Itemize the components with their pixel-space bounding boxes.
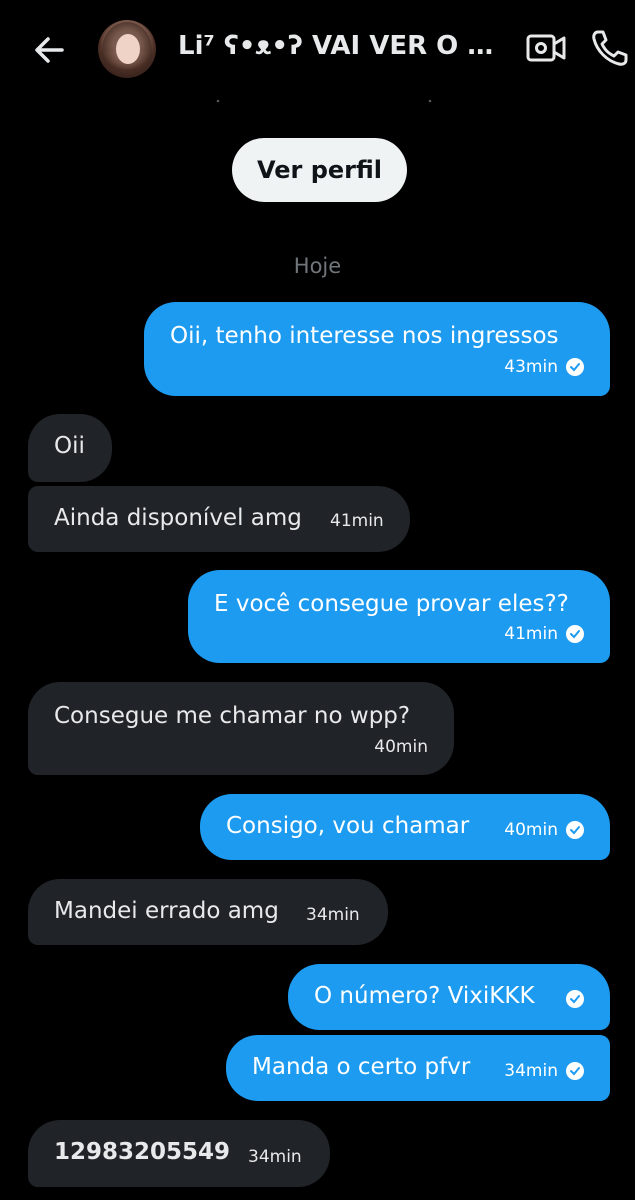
message-text: Consegue me chamar no wpp?: [54, 703, 411, 729]
message-time: 41min: [330, 511, 384, 531]
message-bubble-incoming[interactable]: 12983205549 34min: [28, 1120, 330, 1187]
message-time: 34min: [306, 905, 360, 925]
message-bubble-outgoing[interactable]: Consigo, vou chamar 40min: [200, 794, 610, 860]
message-meta: 34min: [248, 1147, 302, 1167]
message-bubble-incoming[interactable]: Oii: [28, 414, 112, 482]
back-button[interactable]: [28, 28, 72, 72]
read-receipt-icon: [566, 358, 584, 377]
message-bubble-incoming[interactable]: Consegue me chamar no wpp? 40min: [28, 682, 454, 775]
read-receipt-icon: [566, 821, 584, 840]
conversation-header: Li⁷ ʕ•ᴥ•ʔ VAI VER O …: [0, 0, 635, 103]
message-time: 34min: [248, 1147, 302, 1167]
dm-conversation-screen: Li⁷ ʕ•ᴥ•ʔ VAI VER O … Ver perfil Hoje Oi…: [0, 0, 635, 1200]
message-meta: 41min: [504, 624, 584, 644]
message-meta: 43min: [504, 357, 584, 377]
message-meta: 40min: [374, 737, 428, 757]
avatar[interactable]: [98, 20, 156, 78]
video-camera-icon: [526, 34, 566, 62]
message-text: E você consegue provar eles??: [214, 591, 569, 617]
message-time: 41min: [504, 624, 558, 644]
message-meta: 41min: [330, 511, 384, 531]
message-bubble-incoming[interactable]: Ainda disponível amg 41min: [28, 486, 410, 552]
read-receipt-icon: [566, 625, 584, 644]
message-time: 43min: [504, 357, 558, 377]
video-call-button[interactable]: [526, 30, 566, 66]
message-text: Ainda disponível amg: [54, 505, 302, 531]
message-text: Consigo, vou chamar: [226, 813, 470, 839]
phone-icon: [592, 30, 628, 66]
message-bubble-outgoing[interactable]: Manda o certo pfvr 34min: [226, 1035, 610, 1101]
message-time: 40min: [504, 820, 558, 840]
read-receipt-icon: [566, 1062, 584, 1081]
message-text: O número? VixiKKK: [314, 983, 535, 1009]
message-meta: 40min: [504, 820, 584, 840]
message-bubble-outgoing[interactable]: O número? VixiKKK: [288, 964, 610, 1030]
message-text: Mandei errado amg: [54, 898, 279, 924]
message-text: Oii: [54, 433, 85, 459]
read-receipt-icon: [566, 990, 584, 1008]
view-profile-button[interactable]: Ver perfil: [232, 138, 407, 202]
message-time: 40min: [374, 737, 428, 757]
date-separator: Hoje: [293, 254, 342, 278]
message-text: Oii, tenho interesse nos ingressos: [170, 323, 559, 349]
arrow-left-icon: [35, 37, 64, 63]
voice-call-button[interactable]: [590, 28, 635, 68]
message-bubble-outgoing[interactable]: Oii, tenho interesse nos ingressos 43min: [144, 302, 610, 396]
message-time: 34min: [504, 1061, 558, 1081]
message-bubble-incoming[interactable]: Mandei errado amg 34min: [28, 879, 388, 945]
message-meta: 34min: [504, 1061, 584, 1081]
message-meta: [566, 990, 584, 1008]
contact-name[interactable]: Li⁷ ʕ•ᴥ•ʔ VAI VER O …: [178, 30, 498, 61]
message-meta: 34min: [306, 905, 360, 925]
message-text: Manda o certo pfvr: [252, 1054, 471, 1080]
header-divider: [216, 99, 432, 103]
message-text: 12983205549: [54, 1139, 231, 1165]
message-bubble-outgoing[interactable]: E você consegue provar eles?? 41min: [188, 570, 610, 663]
